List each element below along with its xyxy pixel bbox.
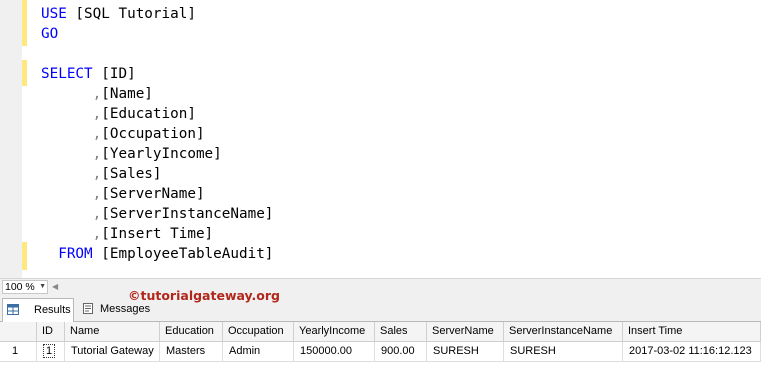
tab-results-label: Results — [34, 304, 71, 316]
sql-token: , — [92, 126, 102, 142]
sql-token: [Sales] — [101, 166, 162, 182]
grid-header-occupation[interactable]: Occupation — [223, 322, 294, 342]
scroll-left-icon[interactable]: ◀ — [52, 282, 58, 291]
grid-header-servername[interactable]: ServerName — [427, 322, 504, 342]
code-line[interactable] — [41, 44, 273, 64]
sql-token: [SQL Tutorial] — [66, 6, 196, 22]
code-line[interactable]: ,[ServerInstanceName] — [41, 204, 274, 224]
grid-header-education[interactable]: Education — [160, 322, 223, 342]
grid-cell-education[interactable]: Masters — [160, 342, 223, 362]
sql-token: , — [92, 226, 102, 242]
code-line[interactable]: FROM [EmployeeTableAudit] — [41, 244, 273, 264]
sql-query-editor[interactable]: USE [SQL Tutorial] GO SELECT [ID] ,[Name] … — [0, 0, 761, 278]
zoom-level: 100 % — [5, 281, 35, 293]
sql-keyword: SELECT — [41, 66, 93, 82]
grid-header-serverinstancename[interactable]: ServerInstanceName — [504, 322, 623, 342]
row-number[interactable]: 1 — [0, 342, 37, 362]
code-line[interactable]: ,[Insert Time] — [41, 224, 273, 244]
sql-token: [YearlyIncome] — [101, 146, 222, 162]
grid-cell-id-value: 1 — [43, 344, 56, 358]
grid-header-id[interactable]: ID — [37, 322, 65, 342]
code-line[interactable]: ,[ServerName] — [41, 184, 273, 204]
tab-results[interactable]: Results — [2, 298, 74, 322]
code-line[interactable]: SELECT [ID] — [41, 64, 273, 84]
change-marker — [22, 242, 27, 270]
sql-token: [Name] — [101, 86, 153, 102]
sql-token: [EmployeeTableAudit] — [92, 246, 274, 262]
grid-cell-name[interactable]: Tutorial Gateway — [65, 342, 160, 362]
grid-header-insert-time[interactable]: Insert Time — [623, 322, 761, 342]
sql-token: , — [92, 166, 102, 182]
sql-token: , — [92, 206, 102, 222]
change-marker — [22, 60, 27, 86]
grid-header-sales[interactable]: Sales — [375, 322, 427, 342]
grid-cell-insert-time[interactable]: 2017-03-02 11:16:12.123 — [623, 342, 761, 362]
results-grid[interactable]: ID Name Education Occupation YearlyIncom… — [0, 322, 761, 365]
sql-token: [ID] — [92, 66, 136, 82]
sql-token: , — [92, 106, 102, 122]
sql-token: [Education] — [101, 106, 196, 122]
grid-cell-id[interactable]: 1 — [37, 342, 65, 362]
grid-cell-servername[interactable]: SURESH — [427, 342, 504, 362]
grid-cell-sales[interactable]: 900.00 — [375, 342, 427, 362]
sql-token: [Insert Time] — [101, 226, 214, 242]
code-line[interactable]: ,[YearlyIncome] — [41, 144, 273, 164]
grid-cell-yearlyincome[interactable]: 150000.00 — [294, 342, 375, 362]
sql-keyword: FROM — [58, 246, 93, 262]
code-line[interactable]: USE [SQL Tutorial] — [41, 4, 273, 24]
grid-header-rownum — [0, 322, 37, 342]
code-line[interactable]: ,[Name] — [41, 84, 273, 104]
watermark: ©tutorialgateway.org — [128, 288, 280, 303]
results-tab-strip: Results Messages ©tutorialgateway.org — [0, 288, 761, 322]
code-line[interactable]: GO — [41, 24, 273, 44]
sql-token: , — [92, 186, 102, 202]
sql-keyword: USE — [41, 6, 67, 22]
editor-gutter — [0, 0, 22, 278]
grid-icon — [7, 304, 19, 315]
grid-cell-serverinstancename[interactable]: SURESH — [504, 342, 623, 362]
grid-header-yearlyincome[interactable]: YearlyIncome — [294, 322, 375, 342]
sql-token: [ServerName] — [101, 186, 205, 202]
sql-token: [Occupation] — [101, 126, 205, 142]
sql-token: , — [92, 86, 102, 102]
code-line[interactable]: ,[Sales] — [41, 164, 273, 184]
sql-keyword: GO — [41, 26, 59, 42]
sql-token: , — [92, 146, 102, 162]
messages-icon — [83, 303, 93, 314]
editor-status-bar: 100 % ▼ ◀ — [0, 278, 761, 295]
chevron-down-icon: ▼ — [39, 283, 46, 290]
sql-code[interactable]: USE [SQL Tutorial] GO SELECT [ID] ,[Name] … — [41, 4, 273, 264]
change-marker — [22, 0, 27, 46]
grid-header-name[interactable]: Name — [65, 322, 160, 342]
code-line[interactable]: ,[Occupation] — [41, 124, 273, 144]
grid-cell-occupation[interactable]: Admin — [223, 342, 294, 362]
zoom-dropdown[interactable]: 100 % ▼ — [2, 280, 48, 294]
sql-token: [ServerInstanceName] — [101, 206, 274, 222]
results-pane: Results Messages ©tutorialgateway.org ID… — [0, 288, 761, 365]
code-line[interactable]: ,[Education] — [41, 104, 273, 124]
